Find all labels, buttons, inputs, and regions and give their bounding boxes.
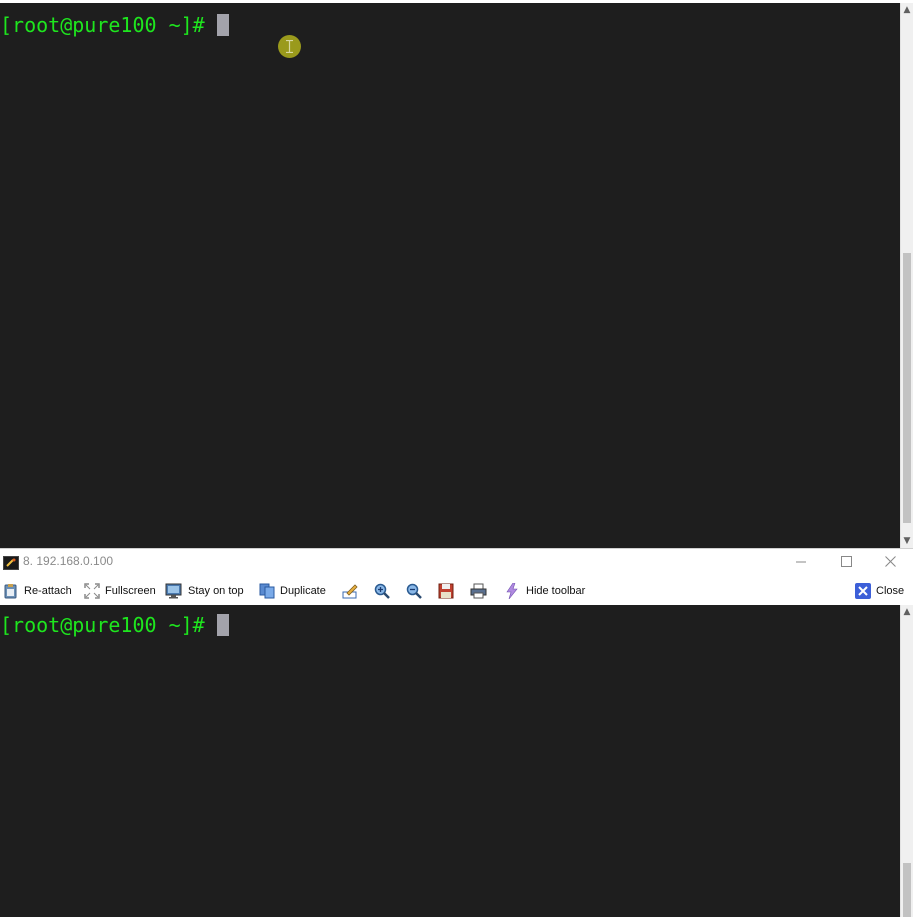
bottom-terminal-prompt-line: [root@pure100 ~]# — [0, 613, 229, 637]
zoom-in-button[interactable] — [374, 580, 395, 602]
print-button[interactable] — [470, 580, 491, 602]
duplicate-button[interactable]: Duplicate — [259, 580, 326, 602]
window-close-icon — [884, 556, 896, 567]
close-label: Close — [876, 585, 905, 597]
fullscreen-label: Fullscreen — [105, 585, 156, 597]
save-button[interactable] — [438, 580, 459, 602]
zoom-in-icon — [374, 583, 390, 599]
window-title: 8. 192.168.0.100 — [23, 554, 114, 568]
bottom-terminal-prompt: [root@pure100 ~]# — [0, 613, 205, 637]
top-terminal-area[interactable]: [root@pure100 ~]# — [0, 3, 900, 548]
stay-on-top-label: Stay on top — [188, 585, 244, 597]
edit-button[interactable] — [342, 580, 363, 602]
window-titlebar[interactable]: 8. 192.168.0.100 — [0, 548, 913, 574]
save-icon — [438, 583, 454, 599]
scroll-down-arrow-icon[interactable]: ▼ — [901, 534, 913, 548]
reattach-label: Re-attach — [24, 585, 72, 597]
bottom-terminal-scrollbar[interactable]: ▲ — [900, 605, 913, 917]
scroll-up-arrow-icon[interactable]: ▲ — [901, 3, 913, 17]
zoom-out-button[interactable] — [406, 580, 427, 602]
top-scrollbar-thumb[interactable] — [903, 253, 911, 523]
minimize-icon — [796, 561, 806, 562]
bottom-scroll-up-arrow-icon[interactable]: ▲ — [901, 605, 913, 619]
bottom-terminal-area[interactable]: [root@pure100 ~]# — [0, 605, 900, 917]
bottom-scrollbar-thumb[interactable] — [903, 863, 911, 917]
maximize-button[interactable] — [823, 549, 869, 575]
stay-on-top-button[interactable]: Stay on top — [165, 580, 244, 602]
lightning-icon — [504, 582, 520, 600]
app-icon — [3, 556, 19, 570]
top-terminal-pane[interactable]: [root@pure100 ~]# ▲ ▼ — [0, 0, 913, 548]
hide-toolbar-button[interactable]: Hide toolbar — [504, 580, 585, 602]
maximize-icon — [840, 556, 852, 567]
close-x-icon — [855, 583, 871, 599]
duplicate-label: Duplicate — [280, 585, 326, 597]
top-terminal-cursor — [216, 14, 229, 36]
printer-icon — [470, 583, 487, 599]
bottom-terminal-pane[interactable]: [root@pure100 ~]# ▲ — [0, 605, 913, 917]
toolbar: Re-attach Fullscreen Stay on top Duplica… — [0, 578, 913, 604]
monitor-icon — [165, 583, 182, 599]
top-terminal-prompt: [root@pure100 ~]# — [0, 13, 205, 37]
top-terminal-scrollbar[interactable]: ▲ ▼ — [900, 3, 913, 548]
window-close-button[interactable] — [867, 549, 913, 575]
reattach-button[interactable]: Re-attach — [3, 580, 72, 602]
fullscreen-icon — [84, 583, 100, 599]
duplicate-icon — [259, 583, 275, 599]
bottom-terminal-cursor — [216, 614, 229, 636]
fullscreen-button[interactable]: Fullscreen — [84, 580, 156, 602]
mouse-ibeam-cursor-icon — [278, 35, 301, 58]
edit-icon — [342, 583, 358, 599]
minimize-button[interactable] — [778, 549, 824, 575]
hide-toolbar-label: Hide toolbar — [526, 585, 586, 597]
top-terminal-prompt-line: [root@pure100 ~]# — [0, 13, 229, 37]
zoom-out-icon — [406, 583, 422, 599]
clipboard-icon — [3, 583, 19, 599]
terminal-window-2: 8. 192.168.0.100 Re-attach Fullscreen St… — [0, 548, 913, 917]
close-button[interactable]: Close — [855, 580, 904, 602]
